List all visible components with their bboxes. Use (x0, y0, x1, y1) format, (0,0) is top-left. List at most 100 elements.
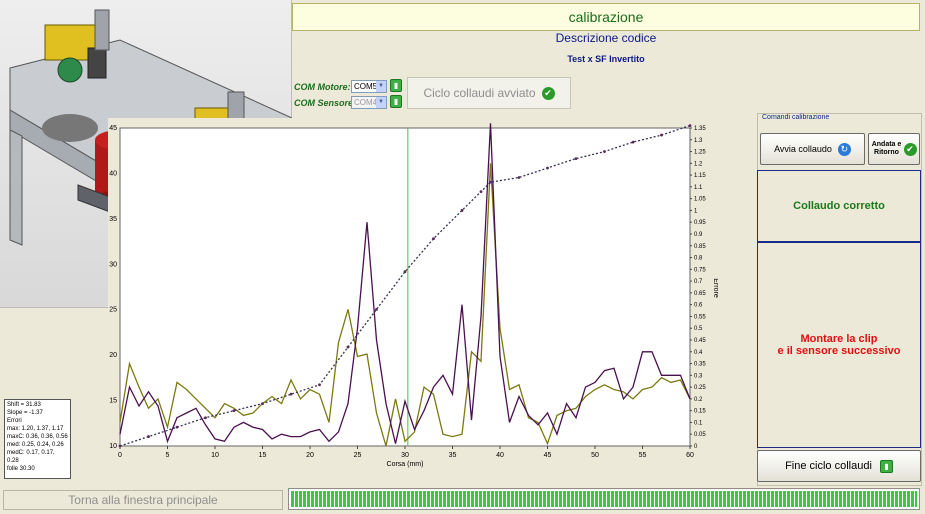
series-point (603, 150, 606, 153)
com-sensor-value: COM4 (354, 98, 378, 107)
commands-panel-title: Comandi calibrazione (762, 114, 830, 121)
y-left-tick-label: 25 (109, 307, 117, 314)
back-label: Torna alla finestra principale (68, 493, 218, 507)
x-tick-label: 45 (544, 452, 552, 459)
back-to-main-button[interactable]: Torna alla finestra principale (3, 490, 283, 510)
roundtrip-button[interactable]: Andata e Ritorno ✔ (868, 133, 920, 165)
x-tick-label: 50 (591, 452, 599, 459)
start-test-label: Avvia collaudo (774, 144, 832, 154)
stats-box: Shift = 31.83 Slope = -1.37 Errori max: … (4, 399, 71, 479)
calibration-window: calibrazione Descrizione codice Test x S… (0, 0, 925, 514)
y-right-tick-label: 0.2 (694, 397, 703, 403)
x-tick-label: 0 (118, 452, 122, 459)
y-right-tick-label: 1.1 (694, 185, 703, 191)
series-point (660, 133, 663, 137)
y-right-axis-label: Errore (712, 278, 718, 298)
stats-line: max: 1.20, 1.37, 1.17 (7, 426, 64, 432)
com-sensor-connect-button[interactable]: ▮ (390, 95, 402, 108)
x-tick-label: 40 (496, 452, 504, 459)
y-right-tick-label: 0.7 (694, 279, 703, 285)
y-right-tick-label: 0.5 (694, 326, 703, 332)
refresh-icon: ↻ (837, 142, 851, 156)
stats-line: maxC: 0.36, 0.36, 0.56 (7, 434, 68, 440)
chevron-down-icon[interactable]: ▼ (376, 81, 386, 92)
y-right-tick-label: 0.25 (694, 385, 706, 391)
y-right-tick-label: 0.1 (694, 420, 703, 426)
com-motor-label: COM Motore: (294, 82, 351, 92)
x-tick-label: 5 (166, 452, 170, 459)
series-point (479, 190, 483, 193)
error-chart-svg: 0 5 10 15 20 25 30 35 40 45 50 55 601015202530354045… (109, 123, 719, 468)
stats-line: Shift = 31.83 (7, 402, 41, 408)
x-tick-label: 10 (211, 452, 219, 459)
y-right-tick-label: 1.3 (694, 138, 703, 144)
x-tick-label: 30 (401, 452, 409, 459)
start-test-button[interactable]: Avvia collaudo ↻ (760, 133, 865, 165)
series-point (403, 270, 407, 274)
series-point (175, 425, 179, 429)
series-point (460, 209, 464, 212)
y-left-tick-label: 20 (109, 352, 117, 359)
series-point (546, 166, 549, 170)
series-point (489, 180, 492, 184)
window-title: calibrazione (568, 9, 644, 25)
stats-line: Errori (7, 418, 22, 424)
chevron-down-icon[interactable]: ▼ (376, 97, 386, 108)
stats-line: Slope = -1.37 (7, 410, 43, 416)
series-point (574, 157, 578, 161)
series-point (432, 237, 435, 241)
connect-icon: ▮ (393, 81, 399, 90)
y-right-tick-label: 0.95 (694, 220, 706, 226)
x-axis-label: Corsa (mm) (387, 461, 424, 468)
series-point (261, 402, 264, 405)
check-icon: ✔ (903, 142, 917, 156)
result-panel: Collaudo corretto (757, 170, 921, 242)
com-motor-value: COM5 (354, 82, 378, 91)
progress-bar (288, 488, 920, 510)
y-right-tick-label: 0.8 (694, 256, 703, 262)
y-right-tick-label: 0.3 (694, 373, 703, 379)
series-point (232, 409, 236, 413)
x-tick-label: 20 (306, 452, 314, 459)
roundtrip-label: Andata e Ritorno (871, 141, 902, 156)
plot-area (119, 127, 691, 447)
stats-line: medC: 0.17, 0.17, 0.28 (7, 450, 55, 464)
series-point (375, 307, 378, 311)
cycle-status-button[interactable]: Ciclo collaudi avviato ✔ (407, 77, 571, 109)
series-point (346, 345, 350, 349)
y-left-tick-label: 40 (109, 170, 117, 177)
y-right-tick-label: 1.35 (694, 126, 706, 132)
result-text: Collaudo corretto (793, 200, 885, 212)
com-motor-select[interactable]: COM5 ▼ (351, 80, 387, 93)
window-title-bar: calibrazione (292, 3, 920, 31)
y-right-tick-label: 1.25 (694, 150, 706, 156)
code-description: Descrizione codice (555, 31, 657, 45)
y-right-tick-label: 1.15 (694, 173, 706, 179)
com-sensor-select[interactable]: COM4 ▼ (351, 96, 387, 109)
y-right-tick-label: 1 (694, 208, 698, 214)
check-icon: ✔ (541, 86, 555, 100)
y-left-tick-label: 45 (109, 125, 117, 132)
end-cycle-button[interactable]: Fine ciclo collaudi ▮ (757, 450, 921, 482)
y-right-tick-label: 0.65 (694, 291, 706, 297)
y-right-tick-label: 0.85 (694, 244, 706, 250)
stats-line: folle 30.30 (7, 466, 35, 472)
chart-grid (119, 127, 691, 447)
test-subtitle: Test x SF Invertito (567, 54, 645, 64)
x-tick-label: 55 (639, 452, 647, 459)
com-motor-connect-button[interactable]: ▮ (390, 79, 402, 92)
instruction-line-1: Montare la clip (800, 333, 878, 345)
y-right-tick-label: 0.45 (694, 338, 706, 344)
y-right-tick-label: 0.05 (694, 432, 706, 438)
cycle-status-label: Ciclo collaudi avviato (423, 86, 536, 100)
instruction-panel: Montare la clip e il sensore successivo (757, 242, 921, 448)
y-right-tick-label: 1.05 (694, 197, 706, 203)
x-tick-label: 15 (259, 452, 267, 459)
stats-line: med: 0.25, 0.24, 0.26 (7, 442, 64, 448)
series-point (204, 416, 207, 420)
y-left-tick-label: 15 (109, 398, 117, 405)
y-left-tick-label: 10 (109, 443, 117, 450)
series-point (631, 140, 635, 144)
end-cycle-label: Fine ciclo collaudi (785, 460, 872, 472)
series-point (688, 124, 692, 128)
